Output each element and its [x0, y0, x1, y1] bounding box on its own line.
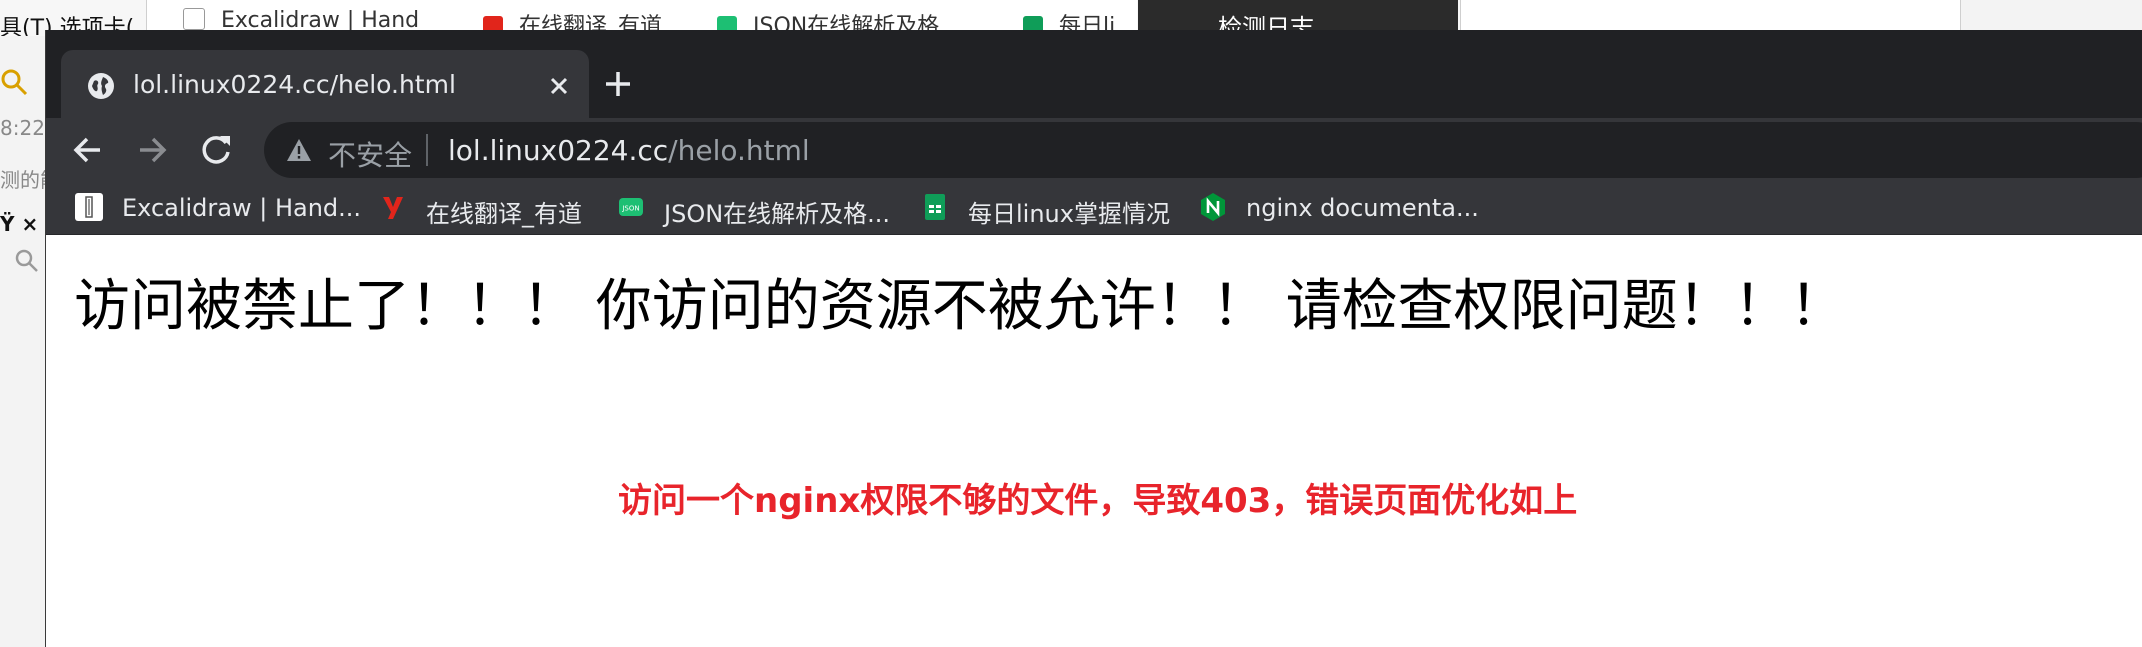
background-left-strip: 8:22 测的能 Ÿ × [0, 36, 46, 647]
url-path: /helo.html [668, 134, 810, 167]
svg-text:JSON: JSON [621, 205, 639, 213]
excalidraw-icon [75, 193, 103, 221]
arrow-right-icon[interactable] [132, 130, 172, 170]
json-icon: JSON [619, 198, 643, 216]
plus-icon[interactable] [598, 64, 638, 104]
page-content: 访问被禁止了！！！ 你访问的资源不被允许！！ 请检查权限问题！！！ 访问一个ng… [46, 235, 2142, 647]
annotation-text: 访问一个nginx权限不够的文件，导致403，错误页面优化如上 [618, 481, 1578, 521]
tab-bar: lol.linux0224.cc/helo.html [46, 30, 2142, 118]
background-fragment [0, 68, 46, 101]
search-icon [1, 69, 28, 96]
tab-title: lol.linux0224.cc/helo.html [133, 70, 456, 99]
warning-triangle-icon[interactable] [286, 138, 312, 162]
search-icon [15, 249, 38, 272]
toolbar: 不安全 lol.linux0224.cc/helo.html [46, 118, 2142, 182]
address-bar[interactable]: 不安全 lol.linux0224.cc/helo.html [264, 122, 2142, 178]
sheets-icon [925, 194, 945, 220]
bookmarks-bar: Excalidraw | Hand... 在线翻译_有道 JSON JSON在线… [46, 182, 2142, 235]
bookmark-label: Excalidraw | Hand... [122, 194, 362, 222]
page-heading: 访问被禁止了！！！ 你访问的资源不被允许！！ 请检查权限问题！！！ [74, 274, 1846, 339]
security-label[interactable]: 不安全 [328, 134, 412, 174]
background-fragment: Ÿ × [0, 212, 39, 236]
omnibox-divider [426, 134, 428, 166]
excalidraw-icon [183, 8, 205, 30]
background-fragment: 8:22 [0, 116, 45, 140]
url-host: lol.linux0224.cc [448, 134, 669, 167]
bookmark-label: nginx documenta... [1246, 194, 1479, 222]
screen: 具(T) 选项卡( Excalidraw | Hand 在线翻译_有道 JSON… [0, 0, 2142, 647]
browser-window: lol.linux0224.cc/helo.html 不安全 lol.linux… [45, 30, 2142, 647]
background-fragment: 测的能 [0, 168, 46, 192]
arrow-left-icon[interactable] [68, 130, 108, 170]
globe-icon [88, 73, 114, 99]
background-fragment [14, 248, 46, 279]
url-text[interactable]: lol.linux0224.cc/helo.html [448, 134, 810, 167]
nginx-icon [1201, 193, 1225, 221]
reload-icon[interactable] [196, 130, 236, 170]
bookmark-label: JSON在线解析及格... [664, 200, 891, 228]
bookmark-label: 在线翻译_有道 [426, 200, 582, 228]
close-icon[interactable] [541, 68, 577, 104]
youdao-icon [383, 197, 403, 219]
bookmark-label: 每日linux掌握情况 [968, 200, 1170, 228]
tab-active[interactable]: lol.linux0224.cc/helo.html [61, 50, 589, 118]
